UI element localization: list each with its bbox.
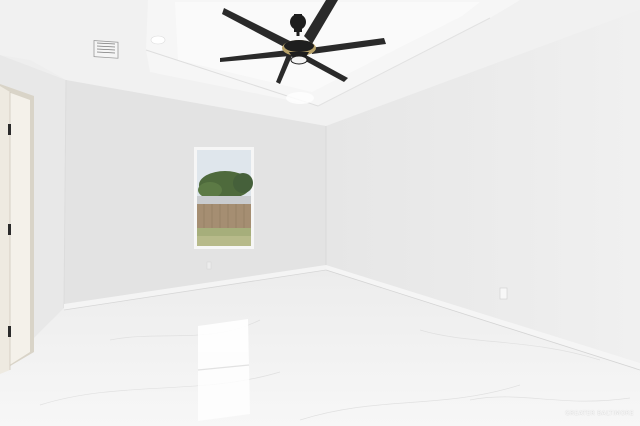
door-hinge <box>8 124 11 135</box>
door-hinge <box>8 326 11 337</box>
window-reflection <box>198 319 250 421</box>
door-hinge <box>8 224 11 235</box>
door-frame <box>0 84 34 374</box>
watermark: GREATER BALTIMORE <box>565 410 634 417</box>
room-illustration <box>0 0 640 426</box>
empty-room-photo: GREATER BALTIMORE <box>0 0 640 426</box>
window <box>194 147 254 249</box>
ceiling-vent <box>93 40 119 59</box>
tray-light <box>286 92 314 104</box>
outlet-right-wall <box>499 287 508 300</box>
recessed-light <box>150 35 166 45</box>
outlet-back-wall <box>206 261 212 270</box>
